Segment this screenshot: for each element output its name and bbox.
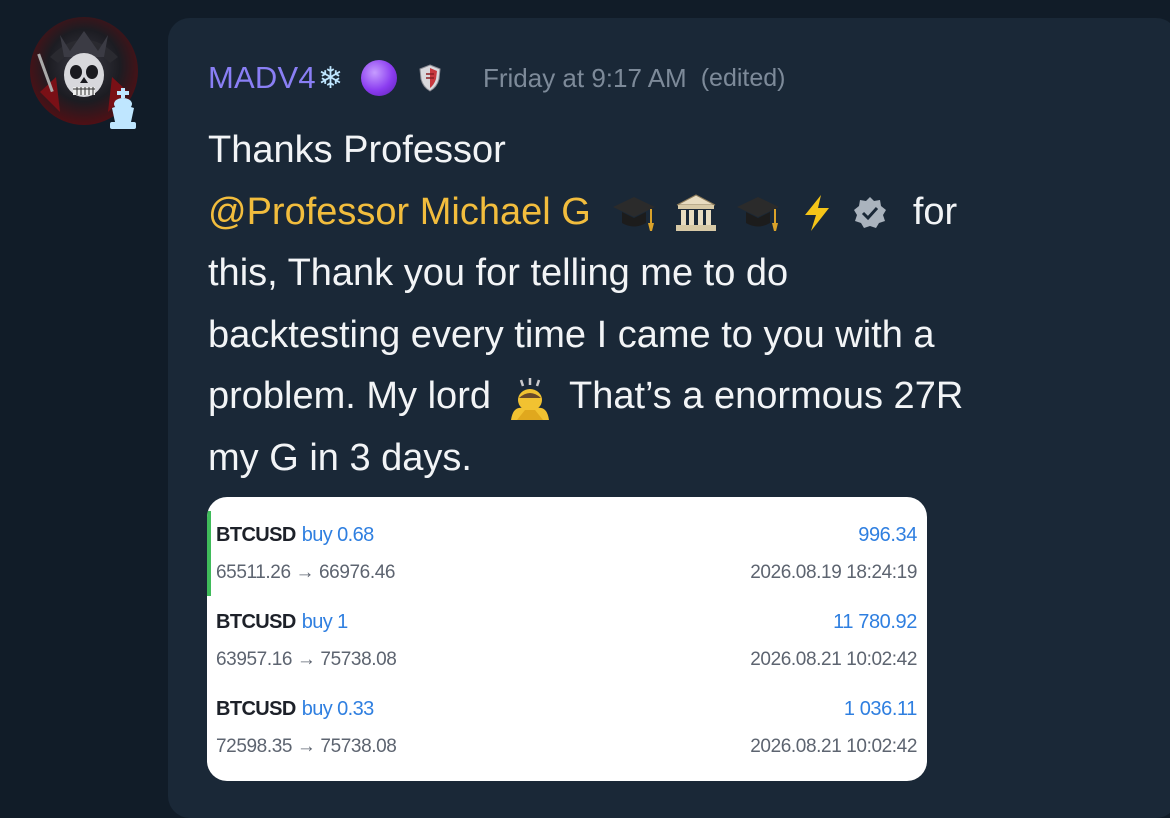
- graduation-cap-icon: [611, 193, 657, 233]
- trade-side: buy 1: [301, 611, 349, 633]
- trade-date: 2026.08.19 18:24:19: [750, 562, 917, 583]
- graduation-cap-icon: [735, 193, 781, 233]
- trade-row: BTCUSD buy 0.68 65511.26 → 66976.46 996.3…: [207, 524, 927, 604]
- message-line-6: my G in 3 days.: [208, 436, 472, 479]
- trade-prices: 72598.35 → 75738.08: [216, 736, 397, 757]
- trade-profit: 1 036.11: [843, 698, 918, 720]
- trade-date: 2026.08.21 10:02:42: [750, 649, 917, 670]
- bowing-person-icon: [505, 376, 555, 420]
- mention-professor[interactable]: @Professor Michael G: [208, 191, 591, 233]
- trade-prices: 65511.26 → 66976.46: [216, 562, 396, 583]
- verified-badge-icon: [853, 196, 887, 230]
- message-line-5-pre: problem. My lord: [208, 375, 491, 417]
- purple-circle-icon: [360, 60, 397, 96]
- message-line-4: backtesting every time I came to you wit…: [208, 313, 935, 356]
- snowflake-icon: ❄: [317, 61, 343, 95]
- message-line-2: @Professor Michael G for: [208, 182, 1088, 244]
- trade-row: BTCUSD buy 0.33 72598.35 → 75738.08 1 036…: [207, 698, 927, 778]
- trade-row: BTCUSD buy 1 63957.16 → 75738.08 11 780.9…: [207, 611, 927, 691]
- shield-badge-icon: [419, 64, 441, 92]
- trade-symbol: BTCUSD buy 0.33: [216, 698, 375, 720]
- king-chess-icon: [104, 88, 142, 132]
- trade-side: buy 0.68: [301, 524, 375, 546]
- message-line-5-post: That’s a enormous 27R: [568, 375, 964, 417]
- classical-building-icon: [673, 193, 719, 233]
- trade-history-screenshot[interactable]: BTCUSD buy 0.68 65511.26 → 66976.46 996.3…: [207, 497, 927, 781]
- message-for: for: [912, 190, 958, 233]
- edited-label: (edited): [700, 63, 786, 92]
- trade-date: 2026.08.21 10:02:42: [750, 736, 917, 757]
- trade-profit: 11 780.92: [833, 611, 917, 633]
- trade-symbol: BTCUSD buy 0.68: [216, 524, 375, 546]
- timestamp[interactable]: Friday at 9:17 AM: [483, 63, 687, 94]
- trade-prices: 63957.16 → 75738.08: [216, 649, 397, 670]
- trade-side: buy 0.33: [301, 698, 375, 720]
- message-header: MADV4 ❄ Friday at 9:17 AM (edited): [208, 58, 785, 98]
- message-line-1: Thanks Professor: [208, 129, 506, 171]
- trade-symbol: BTCUSD buy 1: [216, 611, 349, 633]
- lightning-icon: [797, 193, 837, 233]
- message-text: Thanks Professor @Professor Michael G for…: [208, 120, 1088, 489]
- username[interactable]: MADV4: [208, 60, 316, 96]
- message-line-5: problem. My lord That’s a enormous 27R: [208, 366, 1088, 428]
- trade-profit: 996.34: [858, 524, 917, 546]
- message-line-3: this, Thank you for telling me to do: [208, 252, 789, 294]
